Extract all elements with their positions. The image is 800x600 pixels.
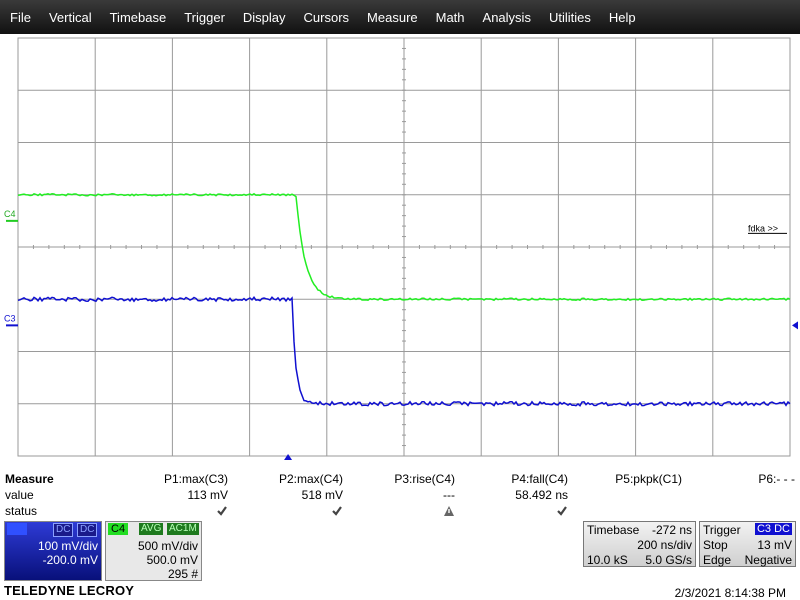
measure-value-label: value bbox=[5, 488, 34, 502]
measure-param-name[interactable]: P6:- - - bbox=[758, 472, 795, 486]
trigger-source: C3 bbox=[754, 523, 773, 535]
measure-param-name[interactable]: P3:rise(C4) bbox=[394, 472, 455, 486]
timestamp: 2/3/2021 8:14:38 PM bbox=[674, 586, 786, 600]
measure-overlay-label: fdka >> bbox=[748, 223, 778, 233]
menu-item-vertical[interactable]: Vertical bbox=[40, 10, 101, 25]
measure-param-value: 58.492 ns bbox=[515, 488, 568, 502]
channel-c3-descriptor[interactable]: C3 DC DC 100 mV/div -200.0 mV bbox=[4, 521, 102, 581]
trigger-level-marker bbox=[792, 321, 798, 330]
c4-channel-label: C4 bbox=[4, 209, 16, 219]
c4-vdiv: 500 mV/div bbox=[137, 539, 198, 553]
menu-item-file[interactable]: File bbox=[0, 10, 40, 25]
trigger-label: Trigger bbox=[703, 523, 741, 537]
menu-item-measure[interactable]: Measure bbox=[358, 10, 427, 25]
measure-param-value: 113 mV bbox=[187, 488, 228, 502]
c3-badge-1: DC bbox=[53, 523, 74, 537]
timebase-tdiv: 200 ns/div bbox=[637, 538, 692, 552]
timebase-label: Timebase bbox=[587, 523, 640, 537]
timebase-descriptor[interactable]: Timebase -272 ns 200 ns/div 10.0 kS 5.0 … bbox=[583, 521, 696, 567]
measure-param-name[interactable]: P4:fall(C4) bbox=[511, 472, 568, 486]
menu-item-trigger[interactable]: Trigger bbox=[175, 10, 234, 25]
trigger-time-marker bbox=[284, 454, 293, 460]
measure-value-row: value 113 mV 518 mV --- 58.492 ns bbox=[0, 488, 800, 503]
waveform-grid: C4 C3 fdka >> bbox=[4, 37, 798, 460]
c3-badge-2: DC bbox=[77, 523, 98, 537]
menu-item-cursors[interactable]: Cursors bbox=[295, 10, 359, 25]
measure-header[interactable]: Measure bbox=[5, 472, 54, 486]
measure-param-name[interactable]: P5:pkpk(C1) bbox=[615, 472, 682, 486]
trigger-type: Edge bbox=[703, 553, 732, 567]
timebase-rate: 5.0 GS/s bbox=[645, 553, 692, 567]
c3-offset: -200.0 mV bbox=[42, 553, 98, 567]
menu-item-utilities[interactable]: Utilities bbox=[540, 10, 600, 25]
measure-status-row: status bbox=[0, 504, 800, 519]
measure-header-row: Measure P1:max(C3) P2:max(C4) P3:rise(C4) P… bbox=[0, 472, 800, 487]
measure-table[interactable]: Measure P1:max(C3) P2:max(C4) P3:rise(C4) P… bbox=[0, 472, 800, 520]
menu-item-math[interactable]: Math bbox=[427, 10, 474, 25]
c4-badge-coupling: AC1M bbox=[167, 523, 199, 535]
waveform-display[interactable]: C4 C3 fdka >> bbox=[0, 34, 800, 460]
menu-item-help[interactable]: Help bbox=[600, 10, 645, 25]
c4-sweep-count: 295 # bbox=[167, 567, 198, 581]
c3-channel-label: C3 bbox=[4, 313, 16, 323]
menu-item-timebase[interactable]: Timebase bbox=[101, 10, 176, 25]
measure-param-name[interactable]: P1:max(C3) bbox=[164, 472, 228, 486]
menu-item-display[interactable]: Display bbox=[234, 10, 295, 25]
c4-tag[interactable]: C4 bbox=[108, 523, 129, 535]
check-icon bbox=[217, 506, 227, 516]
trigger-coupling: DC bbox=[772, 523, 792, 535]
trigger-level: 13 mV bbox=[757, 538, 792, 552]
timebase-samples: 10.0 kS bbox=[587, 553, 628, 567]
measure-param-value: 518 mV bbox=[301, 488, 343, 502]
c3-vdiv: 100 mV/div bbox=[37, 539, 98, 553]
measure-param-value: --- bbox=[443, 488, 455, 502]
brand-logo: TELEDYNE LECROY bbox=[4, 583, 135, 598]
timebase-delay: -272 ns bbox=[651, 523, 692, 537]
trigger-mode: Stop bbox=[703, 538, 728, 552]
c4-offset: 500.0 mV bbox=[146, 553, 198, 567]
menu-item-analysis[interactable]: Analysis bbox=[474, 10, 540, 25]
menu-bar: File Vertical Timebase Trigger Display Cursor… bbox=[0, 0, 800, 34]
measure-status-label: status bbox=[5, 504, 38, 518]
measure-param-name[interactable]: P2:max(C4) bbox=[279, 472, 343, 486]
channel-c4-descriptor[interactable]: C4 AVG AC1M 500 mV/div 500.0 mV 295 # bbox=[105, 521, 202, 581]
trigger-slope: Negative bbox=[744, 553, 792, 567]
trigger-descriptor[interactable]: Trigger C3 DC Stop 13 mV Edge Negative bbox=[699, 521, 796, 567]
warning-icon bbox=[444, 506, 454, 516]
check-icon bbox=[557, 506, 567, 516]
c3-tag[interactable]: C3 bbox=[7, 523, 28, 535]
check-icon bbox=[332, 506, 342, 516]
c4-badge-avg: AVG bbox=[139, 523, 164, 535]
